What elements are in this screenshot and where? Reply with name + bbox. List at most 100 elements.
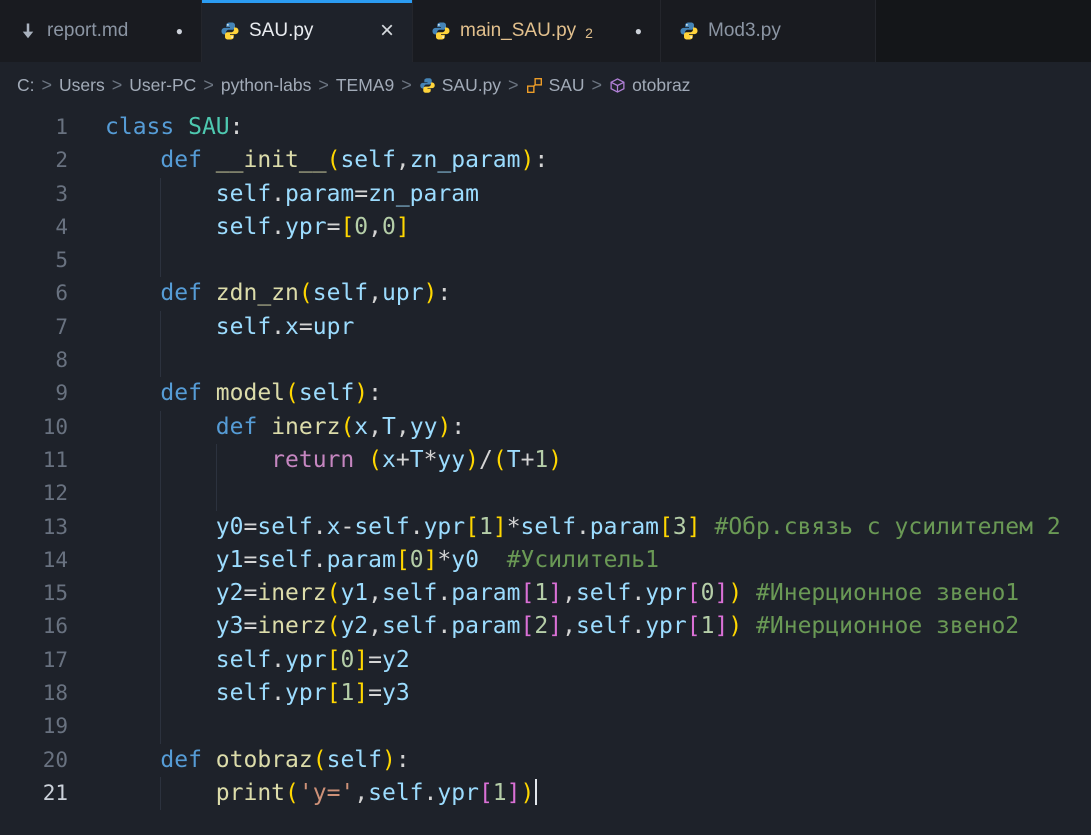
code-token: 1 bbox=[340, 680, 354, 706]
tab-main-sau-py[interactable]: main_SAU.py 2 ● bbox=[413, 0, 661, 62]
code-token: ] bbox=[493, 514, 507, 540]
line-number: 5 bbox=[0, 244, 68, 277]
code-token: [ bbox=[521, 580, 535, 606]
code-text: return (x+T*yy)/(T+1) bbox=[105, 444, 1091, 477]
line-number: 20 bbox=[0, 744, 68, 777]
code-line[interactable]: 20 def otobraz(self): bbox=[0, 744, 1091, 777]
breadcrumb-label: python-labs bbox=[221, 75, 311, 96]
code-line[interactable]: 4 self.ypr=[0,0] bbox=[0, 211, 1091, 244]
python-icon bbox=[220, 21, 240, 41]
tab-mod3-py[interactable]: Mod3.py bbox=[661, 0, 876, 62]
code-token: self bbox=[216, 680, 271, 706]
code-token: , bbox=[562, 613, 576, 639]
code-token: ] bbox=[507, 780, 521, 806]
code-token: . bbox=[631, 613, 645, 639]
code-line[interactable]: 7 self.x=upr bbox=[0, 311, 1091, 344]
code-token: * bbox=[507, 514, 521, 540]
code-token: ( bbox=[340, 414, 354, 440]
code-line[interactable]: 9 def model(self): bbox=[0, 377, 1091, 410]
code-token: + bbox=[396, 447, 410, 473]
breadcrumb-item-user-pc[interactable]: User-PC bbox=[124, 75, 201, 96]
code-token: yy bbox=[410, 414, 438, 440]
breadcrumb-item-class[interactable]: SAU bbox=[521, 75, 590, 96]
code-line[interactable]: 16 y3=inerz(y2,self.param[2],self.ypr[1]… bbox=[0, 610, 1091, 643]
indent-guide bbox=[160, 444, 161, 477]
code-text bbox=[105, 477, 1091, 510]
code-token: * bbox=[424, 447, 438, 473]
code-text: def zdn_zn(self,upr): bbox=[105, 277, 1091, 310]
code-line[interactable]: 17 self.ypr[0]=y2 bbox=[0, 644, 1091, 677]
code-line[interactable]: 10 def inerz(x,T,yy): bbox=[0, 411, 1091, 444]
line-number: 10 bbox=[0, 411, 68, 444]
code-line[interactable]: 14 y1=self.param[0]*y0 #Усилитель1 bbox=[0, 544, 1091, 577]
code-token: self bbox=[299, 380, 354, 406]
code-token: self bbox=[327, 747, 382, 773]
code-line[interactable]: 12 bbox=[0, 477, 1091, 510]
breadcrumb-item-drive[interactable]: C: bbox=[12, 75, 40, 96]
code-token: [ bbox=[327, 680, 341, 706]
code-token: ] bbox=[424, 547, 438, 573]
tab-bar: report.md ● SAU.py × main_SAU.py 2 ● bbox=[0, 0, 1091, 62]
code-token: ) bbox=[728, 580, 742, 606]
code-line[interactable]: 19 bbox=[0, 710, 1091, 743]
python-icon bbox=[679, 21, 699, 41]
code-line[interactable]: 18 self.ypr[1]=y3 bbox=[0, 677, 1091, 710]
code-line[interactable]: 13 y0=self.x-self.ypr[1]*self.param[3] #… bbox=[0, 511, 1091, 544]
code-token: , bbox=[562, 580, 576, 606]
code-text: def __init__(self,zn_param): bbox=[105, 144, 1091, 177]
breadcrumb-item-tema9[interactable]: TEMA9 bbox=[331, 75, 399, 96]
breadcrumb-item-method[interactable]: otobraz bbox=[604, 75, 695, 96]
code-token: #Обр.связь с усилителем 2 bbox=[714, 514, 1060, 540]
code-token: - bbox=[340, 514, 354, 540]
tab-label: Mod3.py bbox=[708, 20, 781, 42]
code-line[interactable]: 5 bbox=[0, 244, 1091, 277]
code-text: y2=inerz(y1,self.param[1],self.ypr[0]) #… bbox=[105, 577, 1091, 610]
code-token: ] bbox=[714, 613, 728, 639]
code-token: T bbox=[507, 447, 521, 473]
chevron-right-icon: > bbox=[590, 75, 605, 96]
code-line[interactable]: 8 bbox=[0, 344, 1091, 377]
tab-sau-py[interactable]: SAU.py × bbox=[202, 0, 413, 62]
code-text: self.ypr[1]=y3 bbox=[105, 677, 1091, 710]
code-token: : bbox=[437, 280, 451, 306]
code-line[interactable]: 11 return (x+T*yy)/(T+1) bbox=[0, 444, 1091, 477]
code-token: 1 bbox=[534, 447, 548, 473]
code-token: ) bbox=[521, 780, 535, 806]
code-token: + bbox=[521, 447, 535, 473]
code-line[interactable]: 3 self.param=zn_param bbox=[0, 178, 1091, 211]
code-token: = bbox=[368, 647, 382, 673]
line-number: 13 bbox=[0, 511, 68, 544]
code-editor[interactable]: 1class SAU:2 def __init__(self,zn_param)… bbox=[0, 108, 1091, 810]
code-token: , bbox=[396, 414, 410, 440]
code-line[interactable]: 1class SAU: bbox=[0, 111, 1091, 144]
code-token: 1 bbox=[701, 613, 715, 639]
code-token: : bbox=[534, 147, 548, 173]
breadcrumb-item-users[interactable]: Users bbox=[54, 75, 110, 96]
tab-report-md[interactable]: report.md ● bbox=[0, 0, 202, 62]
code-token: ypr bbox=[424, 514, 466, 540]
breadcrumb: C: > Users > User-PC > python-labs > TEM… bbox=[0, 62, 1091, 108]
code-text: def inerz(x,T,yy): bbox=[105, 411, 1091, 444]
code-token bbox=[105, 147, 160, 173]
code-token: ypr bbox=[645, 580, 687, 606]
code-token: . bbox=[437, 613, 451, 639]
code-token: : bbox=[396, 747, 410, 773]
close-icon[interactable]: × bbox=[380, 19, 394, 43]
modified-dot-icon[interactable]: ● bbox=[176, 24, 183, 38]
code-text bbox=[105, 710, 1091, 743]
chevron-right-icon: > bbox=[110, 75, 125, 96]
method-symbol-icon bbox=[609, 77, 626, 94]
breadcrumb-item-file[interactable]: SAU.py bbox=[414, 75, 506, 96]
code-token: yy bbox=[437, 447, 465, 473]
breadcrumb-item-python-labs[interactable]: python-labs bbox=[216, 75, 316, 96]
code-token: y0 bbox=[216, 514, 244, 540]
code-line[interactable]: 6 def zdn_zn(self,upr): bbox=[0, 277, 1091, 310]
code-text: self.ypr[0]=y2 bbox=[105, 644, 1091, 677]
code-token: self bbox=[216, 214, 271, 240]
code-line[interactable]: 15 y2=inerz(y1,self.param[1],self.ypr[0]… bbox=[0, 577, 1091, 610]
modified-dot-icon[interactable]: ● bbox=[635, 24, 642, 38]
code-line[interactable]: 2 def __init__(self,zn_param): bbox=[0, 144, 1091, 177]
code-token: : bbox=[451, 414, 465, 440]
code-token: param bbox=[451, 613, 520, 639]
code-line[interactable]: 21 print('y=',self.ypr[1]) bbox=[0, 777, 1091, 810]
